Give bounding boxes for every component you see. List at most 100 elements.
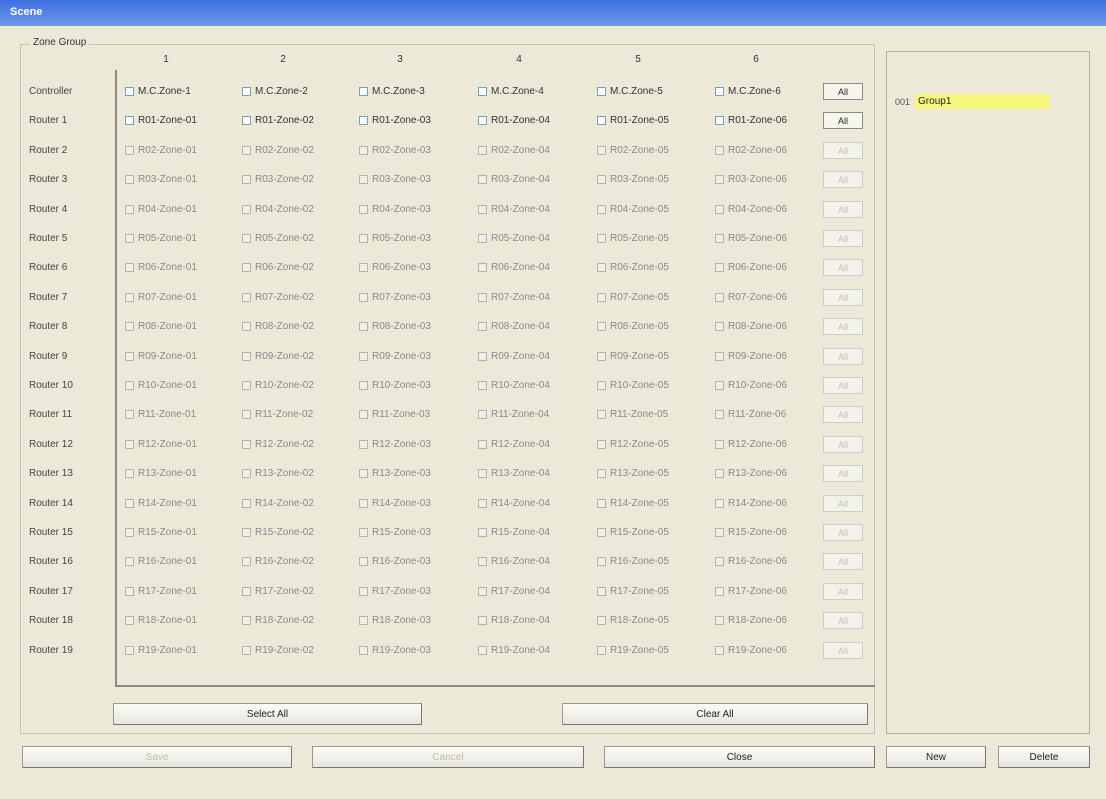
checkbox-box[interactable] (242, 234, 251, 243)
checkbox-box[interactable] (242, 263, 251, 272)
checkbox-box[interactable] (715, 352, 724, 361)
checkbox-box[interactable] (125, 410, 134, 419)
row-all-button[interactable]: All (823, 83, 863, 100)
checkbox-box[interactable] (359, 352, 368, 361)
checkbox-box[interactable] (125, 528, 134, 537)
checkbox-box[interactable] (715, 381, 724, 390)
row-all-button[interactable]: All (823, 142, 863, 159)
zone-checkbox[interactable]: R15-Zone-03 (359, 527, 431, 538)
zone-checkbox[interactable]: R19-Zone-02 (242, 645, 314, 656)
zone-checkbox[interactable]: R06-Zone-02 (242, 262, 314, 273)
zone-checkbox[interactable]: R01-Zone-01 (125, 115, 197, 126)
checkbox-box[interactable] (359, 616, 368, 625)
checkbox-box[interactable] (359, 146, 368, 155)
zone-checkbox[interactable]: R06-Zone-05 (597, 262, 669, 273)
zone-checkbox[interactable]: R14-Zone-03 (359, 498, 431, 509)
row-all-button[interactable]: All (823, 377, 863, 394)
zone-checkbox[interactable]: R04-Zone-04 (478, 204, 550, 215)
row-all-button[interactable]: All (823, 436, 863, 453)
zone-checkbox[interactable]: M.C.Zone-4 (478, 86, 544, 97)
zone-checkbox[interactable]: R06-Zone-04 (478, 262, 550, 273)
checkbox-box[interactable] (125, 116, 134, 125)
checkbox-box[interactable] (242, 528, 251, 537)
zone-checkbox[interactable]: R19-Zone-01 (125, 645, 197, 656)
checkbox-box[interactable] (359, 205, 368, 214)
zone-checkbox[interactable]: R13-Zone-03 (359, 468, 431, 479)
zone-checkbox[interactable]: R03-Zone-02 (242, 174, 314, 185)
zone-checkbox[interactable]: R08-Zone-04 (478, 321, 550, 332)
zone-checkbox[interactable]: R14-Zone-02 (242, 498, 314, 509)
zone-checkbox[interactable]: R11-Zone-06 (715, 409, 786, 420)
checkbox-box[interactable] (715, 87, 724, 96)
checkbox-box[interactable] (478, 469, 487, 478)
checkbox-box[interactable] (242, 440, 251, 449)
zone-checkbox[interactable]: R16-Zone-04 (478, 556, 550, 567)
checkbox-box[interactable] (478, 499, 487, 508)
zone-checkbox[interactable]: R18-Zone-06 (715, 615, 787, 626)
zone-checkbox[interactable]: R13-Zone-04 (478, 468, 550, 479)
checkbox-box[interactable] (597, 87, 606, 96)
new-button[interactable]: New (886, 746, 986, 768)
checkbox-box[interactable] (242, 616, 251, 625)
zone-checkbox[interactable]: R15-Zone-06 (715, 527, 787, 538)
checkbox-box[interactable] (478, 146, 487, 155)
zone-checkbox[interactable]: R17-Zone-01 (125, 586, 197, 597)
zone-checkbox[interactable]: R08-Zone-05 (597, 321, 669, 332)
zone-checkbox[interactable]: R12-Zone-04 (478, 439, 550, 450)
delete-button[interactable]: Delete (998, 746, 1090, 768)
checkbox-box[interactable] (597, 263, 606, 272)
checkbox-box[interactable] (478, 175, 487, 184)
zone-checkbox[interactable]: R11-Zone-05 (597, 409, 668, 420)
zone-checkbox[interactable]: R05-Zone-04 (478, 233, 550, 244)
zone-checkbox[interactable]: R12-Zone-06 (715, 439, 787, 450)
zone-checkbox[interactable]: R01-Zone-06 (715, 115, 787, 126)
zone-checkbox[interactable]: R03-Zone-06 (715, 174, 787, 185)
checkbox-box[interactable] (125, 499, 134, 508)
save-button[interactable]: Save (22, 746, 292, 768)
zone-checkbox[interactable]: R04-Zone-05 (597, 204, 669, 215)
checkbox-box[interactable] (125, 557, 134, 566)
close-button[interactable]: Close (604, 746, 875, 768)
zone-checkbox[interactable]: R04-Zone-02 (242, 204, 314, 215)
checkbox-box[interactable] (478, 587, 487, 596)
zone-checkbox[interactable]: R05-Zone-01 (125, 233, 197, 244)
checkbox-box[interactable] (359, 469, 368, 478)
zone-checkbox[interactable]: R02-Zone-03 (359, 145, 431, 156)
checkbox-box[interactable] (478, 646, 487, 655)
checkbox-box[interactable] (715, 293, 724, 302)
title-bar[interactable]: Scene (0, 0, 1106, 26)
row-all-button[interactable]: All (823, 465, 863, 482)
checkbox-box[interactable] (359, 234, 368, 243)
zone-checkbox[interactable]: R19-Zone-04 (478, 645, 550, 656)
checkbox-box[interactable] (597, 234, 606, 243)
zone-checkbox[interactable]: M.C.Zone-6 (715, 86, 781, 97)
checkbox-box[interactable] (125, 616, 134, 625)
zone-checkbox[interactable]: R18-Zone-02 (242, 615, 314, 626)
checkbox-box[interactable] (125, 175, 134, 184)
zone-checkbox[interactable]: R09-Zone-06 (715, 351, 787, 362)
zone-checkbox[interactable]: R10-Zone-04 (478, 380, 550, 391)
checkbox-box[interactable] (478, 205, 487, 214)
checkbox-box[interactable] (597, 175, 606, 184)
group-list-panel[interactable] (886, 51, 1090, 734)
checkbox-box[interactable] (715, 557, 724, 566)
zone-checkbox[interactable]: R13-Zone-06 (715, 468, 787, 479)
checkbox-box[interactable] (125, 87, 134, 96)
zone-checkbox[interactable]: R14-Zone-05 (597, 498, 669, 509)
zone-checkbox[interactable]: R01-Zone-05 (597, 115, 669, 126)
zone-checkbox[interactable]: R07-Zone-04 (478, 292, 550, 303)
zone-checkbox[interactable]: R16-Zone-05 (597, 556, 669, 567)
checkbox-box[interactable] (478, 410, 487, 419)
checkbox-box[interactable] (597, 116, 606, 125)
checkbox-box[interactable] (597, 646, 606, 655)
checkbox-box[interactable] (359, 440, 368, 449)
checkbox-box[interactable] (242, 175, 251, 184)
checkbox-box[interactable] (125, 352, 134, 361)
checkbox-box[interactable] (597, 322, 606, 331)
checkbox-box[interactable] (125, 469, 134, 478)
zone-checkbox[interactable]: R01-Zone-03 (359, 115, 431, 126)
checkbox-box[interactable] (478, 616, 487, 625)
zone-checkbox[interactable]: R04-Zone-01 (125, 204, 197, 215)
zone-checkbox[interactable]: R17-Zone-05 (597, 586, 669, 597)
zone-checkbox[interactable]: R10-Zone-03 (359, 380, 431, 391)
